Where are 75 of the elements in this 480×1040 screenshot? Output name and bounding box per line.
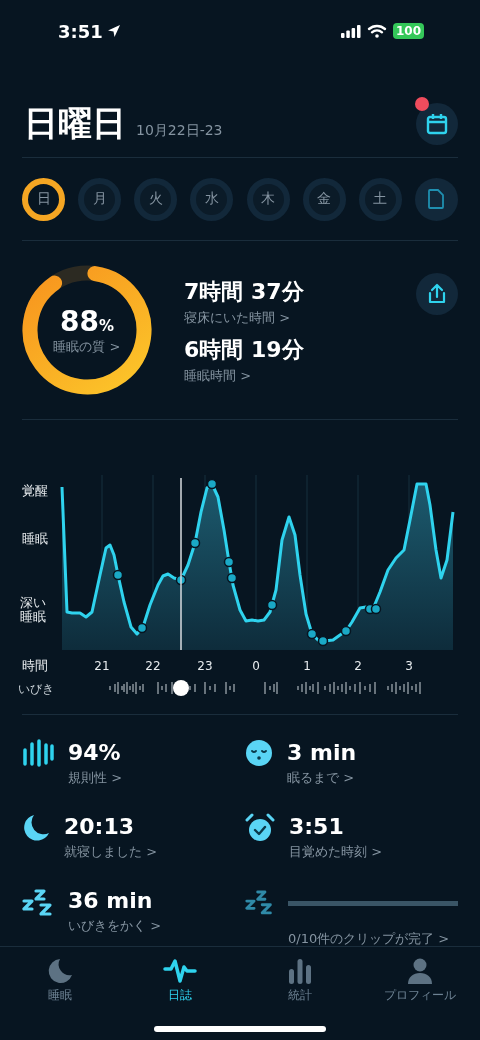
tab-bar-item[interactable]: 日誌	[120, 947, 240, 1040]
calendar-button[interactable]	[416, 103, 458, 145]
stat-link[interactable]: 0/10件のクリップが完了 >	[288, 931, 450, 946]
event-dot[interactable]	[223, 556, 235, 568]
duration-link[interactable]: 寝床にいた時間 >	[184, 310, 291, 325]
event-dot[interactable]	[370, 603, 382, 615]
stat-value: 3 min	[287, 739, 357, 767]
tab-bar-item[interactable]: 統計	[240, 947, 360, 1040]
calendar-icon	[426, 113, 448, 135]
day-tab[interactable]: 月	[78, 177, 122, 221]
axis-title: 時間	[22, 658, 48, 673]
moon-icon	[22, 813, 50, 843]
quality-link[interactable]: 睡眠の質 >	[53, 337, 121, 356]
axis-label: 覚醒	[22, 483, 48, 498]
axis-label: 深い睡眠	[20, 596, 46, 625]
wifi-icon	[366, 24, 387, 38]
location-arrow-icon	[106, 24, 121, 38]
share-button[interactable]	[416, 273, 458, 315]
time-label: 0	[252, 659, 260, 673]
wave-icon	[163, 957, 197, 985]
tab-bar-item[interactable]: 睡眠	[0, 947, 120, 1040]
stat-value: 94%	[68, 739, 122, 767]
axis-label: 睡眠	[22, 531, 48, 546]
event-dot[interactable]	[306, 628, 318, 640]
moon-icon	[46, 957, 74, 985]
status-time: 3:51	[58, 20, 103, 42]
event-dot[interactable]	[175, 574, 187, 586]
duration-value: 7時間 37分	[184, 278, 305, 306]
event-dot[interactable]	[317, 635, 329, 647]
stat-value: 20:13	[64, 813, 136, 841]
duration-link[interactable]: 睡眠時間 >	[184, 368, 252, 383]
stat-value: 3:51	[289, 813, 345, 841]
tab-bar-item[interactable]: プロフィール	[360, 947, 480, 1040]
event-dot[interactable]	[206, 478, 218, 490]
person-icon	[407, 957, 433, 985]
time-label: 23	[197, 659, 213, 673]
stat-link[interactable]: 就寝しました >	[64, 844, 158, 859]
event-dot[interactable]	[226, 572, 238, 584]
day-tab[interactable]: 金	[302, 177, 346, 221]
stat-link[interactable]: 規則性 >	[68, 770, 123, 785]
day-tab[interactable]: 土	[358, 177, 402, 221]
bar-chart-icon	[287, 957, 313, 985]
sleeping-face-icon	[245, 739, 273, 767]
bars-icon	[22, 739, 54, 767]
zzz-icon	[22, 887, 54, 917]
event-dot[interactable]	[340, 625, 352, 637]
duration-value: 6時間 19分	[184, 336, 305, 364]
day-tab[interactable]: 日	[22, 177, 65, 221]
day-tab[interactable]: 火	[134, 177, 178, 221]
alarm-clock-icon	[245, 813, 275, 843]
stat-link[interactable]: 目覚めた時刻 >	[289, 844, 383, 859]
event-dot[interactable]	[266, 599, 278, 611]
signal-icon	[340, 24, 361, 38]
time-label: 2	[354, 659, 362, 673]
snore-label: いびき	[18, 682, 54, 696]
document-icon	[428, 189, 445, 209]
battery-level: 100	[392, 23, 424, 39]
day-title: 日曜日	[24, 102, 126, 145]
time-label: 3	[405, 659, 413, 673]
day-tab[interactable]: 水	[190, 177, 234, 221]
event-dot[interactable]	[136, 622, 148, 634]
time-label: 21	[94, 659, 110, 673]
quality-score: 88%	[60, 304, 114, 338]
stat-link[interactable]: 眠るまで >	[287, 770, 355, 785]
playhead-knob[interactable]	[173, 680, 189, 696]
time-label: 22	[145, 659, 161, 673]
stat-value: 36 min	[68, 887, 154, 915]
report-button[interactable]	[415, 177, 458, 221]
date-range: 10月22日-23	[136, 122, 223, 140]
stat-link[interactable]: いびきをかく >	[68, 918, 162, 933]
share-icon	[427, 283, 447, 305]
day-tab[interactable]: 木	[246, 177, 290, 221]
time-label: 1	[303, 659, 311, 673]
event-dot[interactable]	[112, 569, 124, 581]
event-dot[interactable]	[189, 537, 201, 549]
